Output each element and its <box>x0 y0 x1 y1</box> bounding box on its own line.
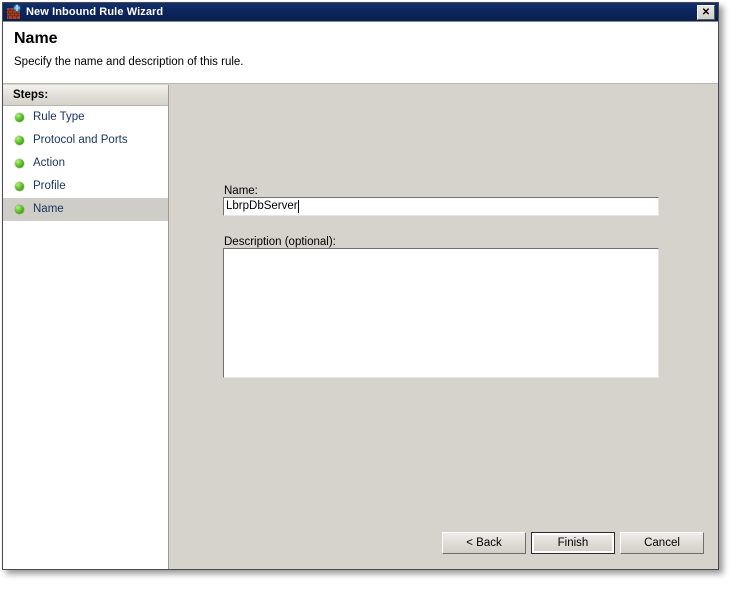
cancel-button[interactable]: Cancel <box>620 532 704 554</box>
green-ball-icon <box>15 136 24 145</box>
sidebar-item-label: Protocol and Ports <box>33 134 128 146</box>
green-ball-icon <box>15 205 24 214</box>
sidebar-item-label: Name <box>33 203 64 215</box>
green-ball-icon <box>15 182 24 191</box>
sidebar-item-label: Profile <box>33 180 66 192</box>
wizard-body: Steps: Rule Type Protocol and Ports Acti… <box>3 85 718 569</box>
steps-sidebar: Steps: Rule Type Protocol and Ports Acti… <box>3 85 169 569</box>
sidebar-item-label: Rule Type <box>33 111 85 123</box>
window-title: New Inbound Rule Wizard <box>26 6 164 18</box>
finish-button[interactable]: Finish <box>531 532 615 554</box>
description-input[interactable] <box>223 248 659 378</box>
firewall-brick-globe-icon <box>6 4 22 20</box>
sidebar-item-rule-type[interactable]: Rule Type <box>3 106 168 129</box>
wizard-header: Name Specify the name and description of… <box>3 22 718 84</box>
sidebar-item-name[interactable]: Name <box>3 198 168 221</box>
green-ball-icon <box>15 159 24 168</box>
sidebar-item-profile[interactable]: Profile <box>3 175 168 198</box>
page-title: Name <box>14 30 58 47</box>
text-caret <box>297 200 299 213</box>
name-input[interactable]: LbrpDbServer <box>223 197 659 216</box>
back-button[interactable]: < Back <box>442 532 526 554</box>
wizard-content-pane: Name: LbrpDbServer Description (optional… <box>169 85 718 569</box>
page-subtitle: Specify the name and description of this… <box>14 56 244 68</box>
sidebar-item-label: Action <box>33 157 65 169</box>
steps-header: Steps: <box>3 85 168 106</box>
title-bar: New Inbound Rule Wizard ✕ <box>3 3 718 22</box>
dialog-button-bar: < Back Finish Cancel <box>442 532 704 554</box>
sidebar-item-protocol-and-ports[interactable]: Protocol and Ports <box>3 129 168 152</box>
sidebar-item-action[interactable]: Action <box>3 152 168 175</box>
name-input-value: LbrpDbServer <box>226 200 298 212</box>
green-ball-icon <box>15 113 24 122</box>
wizard-window: New Inbound Rule Wizard ✕ Name Specify t… <box>2 2 719 570</box>
close-icon[interactable]: ✕ <box>697 5 715 20</box>
